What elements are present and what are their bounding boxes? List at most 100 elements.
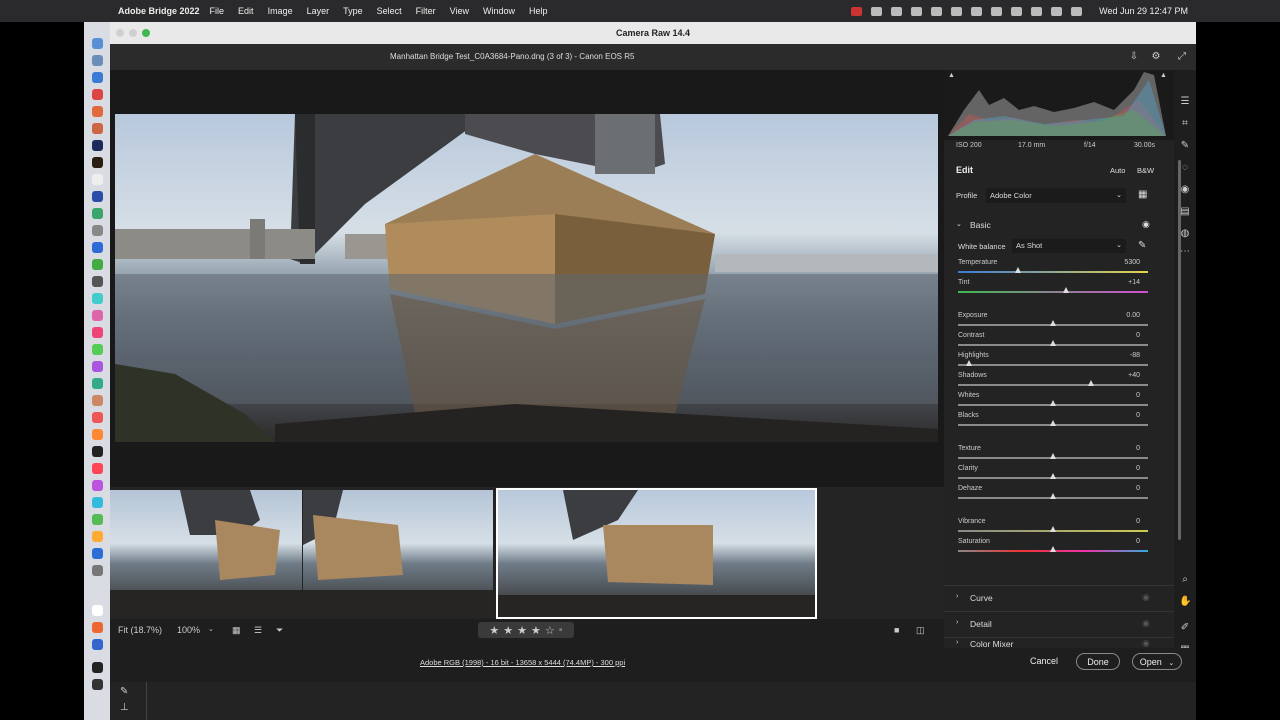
slider-value-input[interactable]: 5300 [1124,259,1140,266]
eye-icon[interactable]: ◉ [1142,219,1150,230]
done-button[interactable]: Done [1076,653,1120,670]
menu-edit[interactable]: Edit [238,6,254,16]
app-icon[interactable] [92,622,103,633]
menu-view[interactable]: View [450,6,469,16]
app-icon[interactable] [92,123,103,134]
app-icon[interactable] [92,429,103,440]
slider-thumb[interactable] [1049,320,1056,326]
eyedropper-icon[interactable]: ✎ [1138,240,1146,251]
slider-tint[interactable]: Tint +14 [958,279,1148,299]
minimize-window-button[interactable] [129,29,137,37]
star-icon[interactable]: ★ [489,624,499,637]
star-icon[interactable]: ★ [503,624,513,637]
slider-whites[interactable]: Whites 0 [958,392,1148,412]
slider-thumb[interactable] [1049,526,1056,532]
detail-section[interactable]: › Detail ◉ [944,611,1174,635]
presets-icon[interactable]: ◍ [1179,228,1191,240]
creative-cloud-icon[interactable] [871,6,883,16]
menu-select[interactable]: Select [377,6,402,16]
slider-thumb[interactable] [1049,340,1056,346]
app-icon[interactable] [92,395,103,406]
crop-icon[interactable]: ⌗ [1179,118,1191,130]
app-icon[interactable] [92,293,103,304]
zoom-level-select[interactable]: 100% [177,625,200,635]
slider-contrast[interactable]: Contrast 0 [958,332,1148,352]
menu-help[interactable]: Help [529,6,548,16]
app-icon[interactable] [92,497,103,508]
app-icon[interactable] [92,514,103,525]
slider-thumb[interactable] [965,360,972,366]
thumbnail-view-icon[interactable]: ▦ [232,625,241,636]
cancel-button[interactable]: Cancel [1022,653,1066,670]
fit-zoom-button[interactable]: Fit (18.7%) [118,625,162,635]
time-machine-icon[interactable] [951,6,963,16]
apple-tv-icon[interactable] [92,446,103,457]
curve-section[interactable]: › Curve ◉ [944,585,1174,609]
eye-icon[interactable]: ◉ [1142,618,1150,629]
slider-thumb[interactable] [1049,420,1056,426]
auto-button[interactable]: Auto [1110,166,1125,175]
slider-temperature[interactable]: Temperature 5300 [958,259,1148,279]
slider-thumb[interactable] [1015,267,1022,273]
star-icon[interactable]: ★ [531,624,541,637]
user-icon[interactable] [971,6,983,16]
app-icon[interactable] [92,225,103,236]
slider-thumb[interactable] [1049,546,1056,552]
before-after-icon[interactable]: ◫ [916,625,925,636]
slider-value-input[interactable]: -88 [1130,352,1140,359]
app-icon[interactable] [92,605,103,616]
menu-type[interactable]: Type [343,6,363,16]
redeye-icon[interactable]: ◉ [1179,184,1191,196]
music-icon[interactable] [92,463,103,474]
screen-icon[interactable] [911,6,923,16]
slider-track[interactable] [958,384,1148,386]
wifi-icon[interactable] [1011,6,1023,16]
color-mixer-section[interactable]: › Color Mixer ◉ [944,637,1174,649]
shadow-clipping-icon[interactable]: ▲ [948,72,955,79]
slider-thumb[interactable] [1049,400,1056,406]
slider-value-input[interactable]: 0 [1136,332,1140,339]
slider-saturation[interactable]: Saturation 0 [958,538,1148,558]
slider-thumb[interactable] [1087,380,1094,386]
slider-shadows[interactable]: Shadows +40 [958,372,1148,392]
app-icon[interactable] [92,106,103,117]
app-icon[interactable] [92,259,103,270]
menu-window[interactable]: Window [483,6,515,16]
image-canvas[interactable] [110,70,944,487]
more-icon[interactable]: ⋯ [1179,246,1191,258]
gear-icon[interactable]: ⚙ [1150,51,1162,63]
profile-select[interactable]: Adobe Color ⌄ [986,188,1126,203]
workflow-options-link[interactable]: Adobe RGB (1998) - 16 bit - 13658 x 5444… [420,658,625,667]
wb-select[interactable]: As Shot ⌄ [1012,239,1126,253]
slider-value-input[interactable]: +40 [1128,372,1140,379]
terminal-icon[interactable] [92,662,103,673]
app-icon[interactable] [92,174,103,185]
edit-sliders-icon[interactable]: ☰ [1179,96,1191,108]
slider-blacks[interactable]: Blacks 0 [958,412,1148,432]
slider-thumb[interactable] [1049,453,1056,459]
app-icon[interactable] [92,679,103,690]
slider-value-input[interactable]: 0 [1136,445,1140,452]
app-icon[interactable] [92,361,103,372]
slider-thumb[interactable] [1062,287,1069,293]
slider-value-input[interactable]: 0 [1136,485,1140,492]
app-icon[interactable] [92,191,103,202]
star-icon[interactable]: ★ [517,624,527,637]
slider-value-input[interactable]: 0 [1136,518,1140,525]
zoom-icon[interactable]: ⌕ [1179,574,1191,586]
slider-track[interactable] [958,291,1148,293]
snapshots-icon[interactable]: ▤ [1179,206,1191,218]
finder-icon[interactable] [92,38,103,49]
app-icon[interactable] [92,378,103,389]
app-icon[interactable] [92,531,103,542]
sort-icon[interactable]: ☰ [254,625,262,636]
menu-filter[interactable]: Filter [416,6,436,16]
app-icon[interactable] [92,310,103,321]
slider-value-input[interactable]: 0.00 [1126,312,1140,319]
app-icon[interactable] [92,276,103,287]
menu-layer[interactable]: Layer [307,6,330,16]
filmstrip-thumb-selected[interactable] [496,488,817,619]
chevron-down-icon[interactable]: ⌄ [1168,660,1174,667]
control-center-icon[interactable] [1051,6,1063,16]
slider-track[interactable] [958,271,1148,273]
